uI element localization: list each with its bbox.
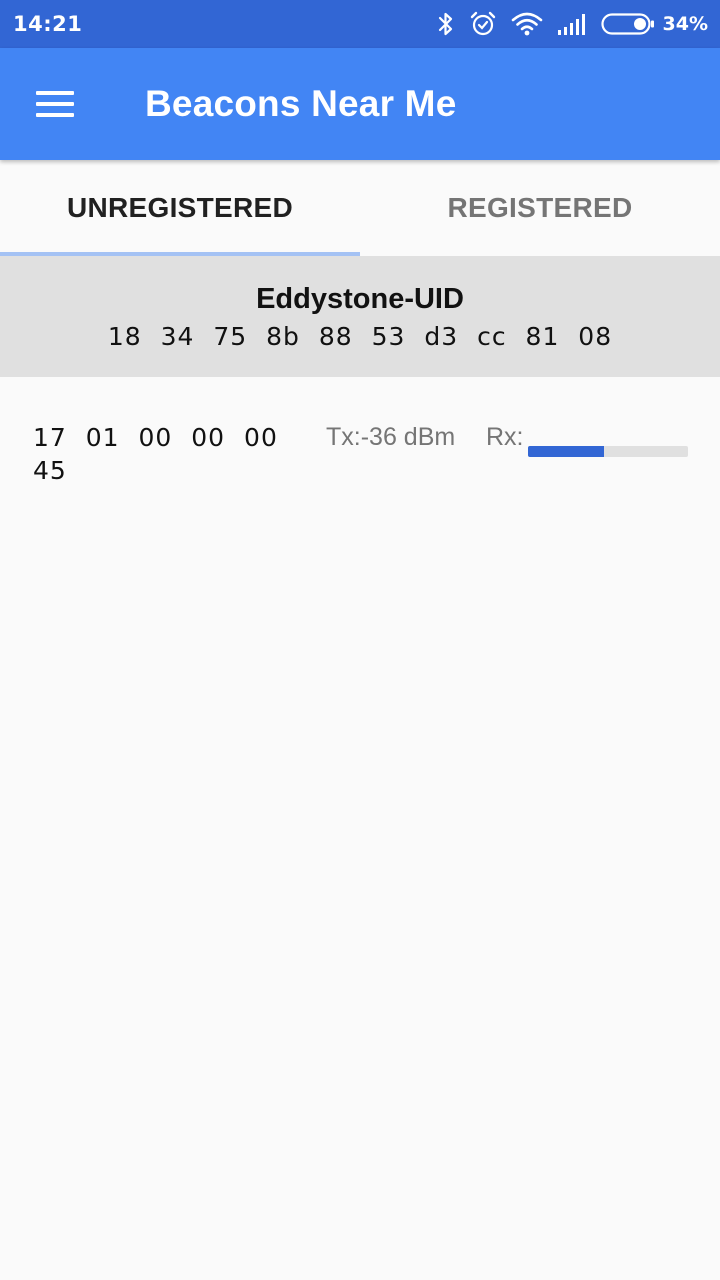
tx-value: -36 dBm	[360, 423, 456, 451]
status-time: 14:21	[13, 12, 83, 36]
app-bar: Beacons Near Me	[0, 48, 720, 160]
beacon-type: Eddystone-UID	[256, 283, 464, 315]
signal-icon	[557, 12, 587, 36]
bluetooth-icon	[437, 11, 455, 37]
tab-unregistered[interactable]: UNREGISTERED	[0, 160, 360, 256]
battery-percent: 34%	[662, 13, 708, 35]
beacon-namespace: 18 34 75 8b 88 53 d3 cc 81 08	[107, 322, 613, 351]
beacon-list-item[interactable]: 17 01 00 00 00 45 Tx:-36 dBm Rx:	[0, 377, 720, 497]
tab-bar: UNREGISTERED REGISTERED	[0, 160, 720, 256]
wifi-icon	[511, 11, 543, 37]
status-bar: 14:21 34%	[0, 0, 720, 48]
battery-icon	[600, 12, 655, 36]
tx-power: Tx:-36 dBm	[326, 423, 455, 452]
rx-signal-bar	[528, 446, 688, 457]
app-title: Beacons Near Me	[145, 83, 457, 124]
beacon-group-header: Eddystone-UID 18 34 75 8b 88 53 d3 cc 81…	[0, 256, 720, 377]
hamburger-menu-icon	[36, 91, 74, 117]
tab-unregistered-label: UNREGISTERED	[66, 192, 294, 223]
tab-registered[interactable]: REGISTERED	[360, 160, 720, 256]
rx-label: Rx:	[486, 423, 524, 451]
rx-signal-fill	[528, 446, 604, 457]
tx-label: Tx:	[326, 423, 361, 451]
status-icons: 34%	[437, 10, 708, 38]
alarm-icon	[469, 10, 497, 38]
tab-registered-label: REGISTERED	[447, 192, 633, 223]
beacon-instance-id: 17 01 00 00 00 45	[33, 423, 278, 485]
hamburger-menu-button[interactable]	[0, 48, 112, 160]
